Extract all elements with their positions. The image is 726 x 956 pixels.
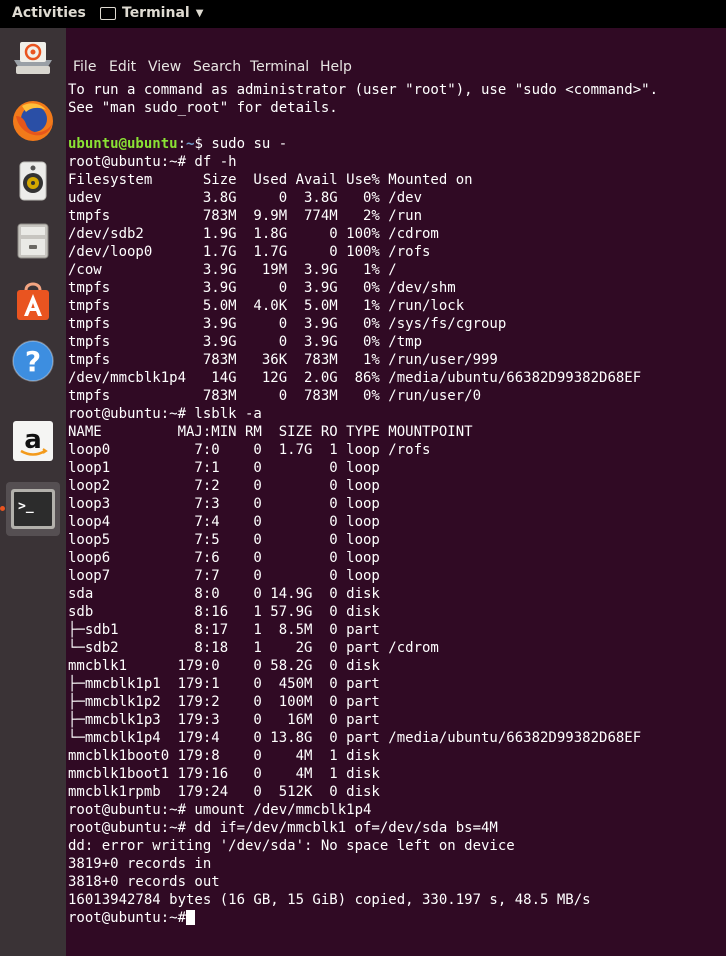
terminal-line: udev 3.8G 0 3.8G 0% /dev <box>68 190 423 206</box>
terminal-line: └─mmcblk1p4 179:4 0 13.8G 0 part /media/… <box>68 730 642 746</box>
terminal-line: 3818+0 records out <box>68 874 220 890</box>
terminal-line: Filesystem Size Used Avail Use% Mounted … <box>68 172 473 188</box>
terminal-line: loop4 7:4 0 0 loop <box>68 514 380 530</box>
terminal-line: root@ubuntu:~# <box>68 909 724 927</box>
terminal-line: mmcblk1rpmb 179:24 0 512K 0 disk <box>68 784 380 800</box>
launcher-item-files[interactable] <box>6 32 60 86</box>
launcher-item-firefox[interactable] <box>6 94 60 148</box>
launcher-item-help[interactable]: ? <box>6 334 60 388</box>
prompt-symbol: $ <box>194 136 203 152</box>
terminal-line: mmcblk1boot0 179:8 0 4M 1 disk <box>68 748 380 764</box>
chevron-down-icon: ▼ <box>195 7 204 19</box>
terminal-line: ├─sdb1 8:17 1 8.5M 0 part <box>68 622 380 638</box>
terminal-line: tmpfs 3.9G 0 3.9G 0% /sys/fs/cgroup <box>68 316 507 332</box>
activities-button[interactable]: Activities <box>12 5 86 21</box>
terminal-line: loop6 7:6 0 0 loop <box>68 550 380 566</box>
text-cursor <box>186 910 196 925</box>
prompt: root@ubuntu:~# <box>68 910 187 926</box>
terminal-line: /dev/sdb2 1.9G 1.8G 0 100% /cdrom <box>68 226 439 242</box>
terminal-line: See "man sudo_root" for details. <box>68 100 338 116</box>
terminal-line: 16013942784 bytes (16 GB, 15 GiB) copied… <box>68 892 591 908</box>
terminal-line: /dev/mmcblk1p4 14G 12G 2.0G 86% /media/u… <box>68 370 642 386</box>
menu-terminal[interactable]: Terminal <box>250 59 309 75</box>
terminal-line: To run a command as administrator (user … <box>68 82 659 98</box>
terminal-line: tmpfs 783M 36K 783M 1% /run/user/999 <box>68 352 498 368</box>
terminal-line: mmcblk1boot1 179:16 0 4M 1 disk <box>68 766 380 782</box>
terminal-line: tmpfs 3.9G 0 3.9G 0% /dev/shm <box>68 280 456 296</box>
terminal-line: NAME MAJ:MIN RM SIZE RO TYPE MOUNTPOINT <box>68 424 473 440</box>
menu-edit[interactable]: Edit <box>109 59 136 75</box>
terminal-output[interactable]: To run a command as administrator (user … <box>68 81 724 927</box>
terminal-line: tmpfs 783M 0 783M 0% /run/user/0 <box>68 388 482 404</box>
terminal-line: root@ubuntu:~# dd if=/dev/mmcblk1 of=/de… <box>68 820 498 836</box>
terminal-line: /dev/loop0 1.7G 1.7G 0 100% /rofs <box>68 244 431 260</box>
svg-text:>_: >_ <box>18 499 34 514</box>
terminal-line: loop2 7:2 0 0 loop <box>68 478 380 494</box>
software-center-icon <box>17 282 49 320</box>
terminal-line: tmpfs 5.0M 4.0K 5.0M 1% /run/lock <box>68 298 465 314</box>
terminal-line: mmcblk1 179:0 0 58.2G 0 disk <box>68 658 380 674</box>
prompt-user: ubuntu@ubuntu <box>68 136 178 152</box>
command-text: sudo su - <box>202 136 288 152</box>
terminal-line: root@ubuntu:~# umount /dev/mmcblk1p4 <box>68 802 372 818</box>
terminal-line: root@ubuntu:~# df -h <box>68 154 237 170</box>
launcher-item-file-cabinet[interactable] <box>6 214 60 268</box>
launcher-item-amazon[interactable]: a <box>6 414 60 468</box>
terminal-menubar: File Edit View Search Terminal Help <box>66 56 726 80</box>
terminal-line: tmpfs 783M 9.9M 774M 2% /run <box>68 208 423 224</box>
terminal-line: dd: error writing '/dev/sda': No space l… <box>68 838 515 854</box>
terminal-line: sdb 8:16 1 57.9G 0 disk <box>68 604 380 620</box>
menu-file[interactable]: File <box>73 59 96 75</box>
app-menu[interactable]: Terminal ▼ <box>100 5 203 21</box>
files-icon <box>14 42 52 74</box>
svg-text:?: ? <box>25 345 41 378</box>
terminal-line: ├─mmcblk1p1 179:1 0 450M 0 part <box>68 676 380 692</box>
file-cabinet-icon <box>17 223 49 259</box>
terminal-line: loop3 7:3 0 0 loop <box>68 496 380 512</box>
top-panel: Activities Terminal ▼ <box>0 0 726 28</box>
launcher-item-rhythmbox[interactable] <box>6 154 60 208</box>
terminal-line: loop0 7:0 0 1.7G 1 loop /rofs <box>68 442 431 458</box>
amazon-icon: a <box>13 421 53 461</box>
running-indicator <box>0 506 5 511</box>
rhythmbox-icon <box>19 161 47 201</box>
terminal-line: root@ubuntu:~# lsblk -a <box>68 406 262 422</box>
terminal-line: sda 8:0 0 14.9G 0 disk <box>68 586 380 602</box>
terminal-icon: >_ <box>11 489 55 529</box>
menu-help[interactable]: Help <box>320 59 352 75</box>
launcher-item-software-center[interactable] <box>6 274 60 328</box>
app-menu-label: Terminal <box>122 5 190 21</box>
terminal-line: loop5 7:5 0 0 loop <box>68 532 380 548</box>
launcher-item-terminal[interactable]: >_ <box>6 482 60 536</box>
terminal-line: loop7 7:7 0 0 loop <box>68 568 380 584</box>
terminal-line: /cow 3.9G 19M 3.9G 1% / <box>68 262 397 278</box>
svg-text:a: a <box>24 425 42 455</box>
launcher: ? a >_ <box>0 28 66 956</box>
help-icon: ? <box>12 340 54 382</box>
terminal-line: loop1 7:1 0 0 loop <box>68 460 380 476</box>
terminal-app-icon <box>100 6 116 20</box>
terminal-line: 3819+0 records in <box>68 856 212 872</box>
terminal-line: tmpfs 3.9G 0 3.9G 0% /tmp <box>68 334 423 350</box>
terminal-line: └─sdb2 8:18 1 2G 0 part /cdrom <box>68 640 439 656</box>
terminal-line: ├─mmcblk1p3 179:3 0 16M 0 part <box>68 712 380 728</box>
menu-search[interactable]: Search <box>193 59 241 75</box>
menu-view[interactable]: View <box>148 59 181 75</box>
terminal-line: ├─mmcblk1p2 179:2 0 100M 0 part <box>68 694 380 710</box>
firefox-icon <box>13 101 53 141</box>
terminal-line: ubuntu@ubuntu:~$ sudo su - <box>68 136 288 152</box>
